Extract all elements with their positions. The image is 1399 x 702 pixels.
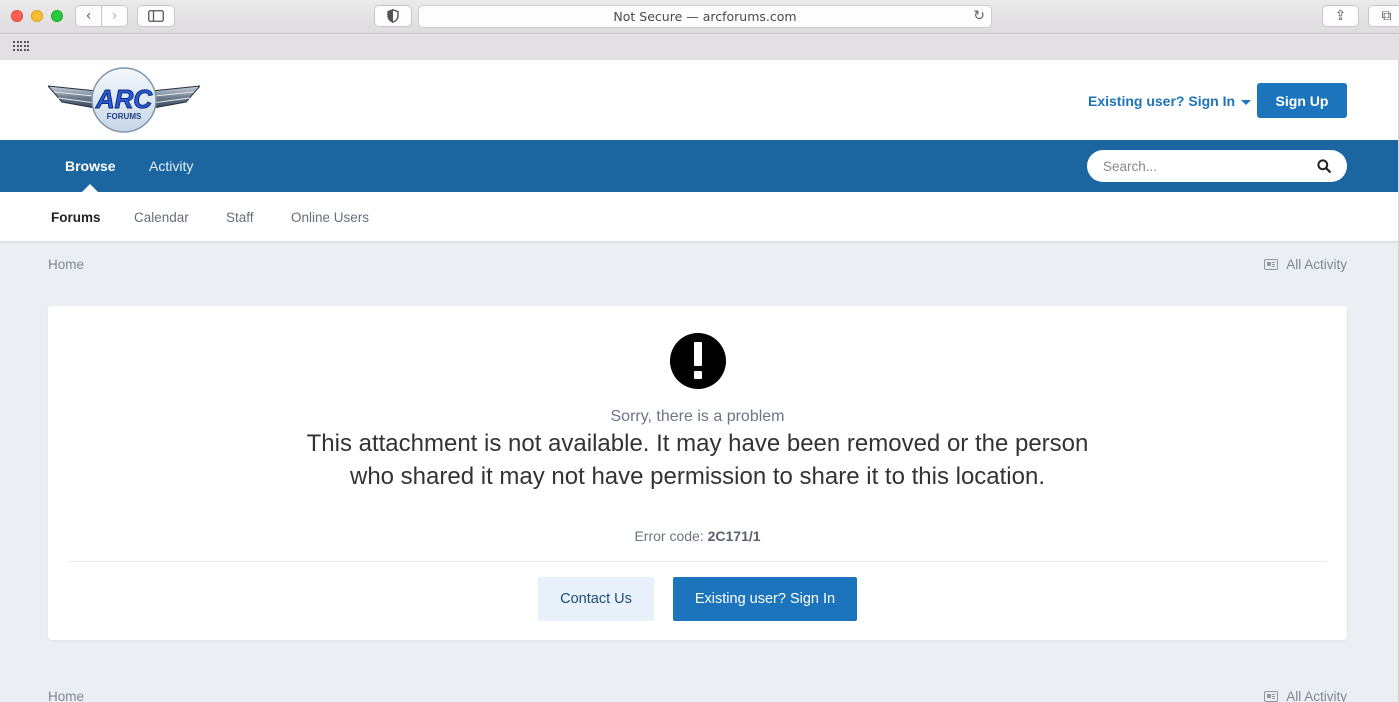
search-icon[interactable] [1317, 159, 1331, 173]
address-bar[interactable]: Not Secure — arcforums.com ↻ [418, 5, 992, 28]
arc-forums-logo[interactable]: ARC FORUMS [46, 66, 202, 134]
breadcrumb-home-link[interactable]: Home [48, 689, 84, 702]
all-activity-label: All Activity [1286, 689, 1347, 702]
back-button[interactable]: ‹ [75, 5, 102, 27]
error-subtitle: Sorry, there is a problem [610, 408, 785, 425]
signup-button[interactable]: Sign Up [1257, 83, 1347, 118]
forward-button[interactable]: › [101, 5, 128, 27]
grid-icon[interactable] [13, 41, 29, 53]
all-activity-link[interactable]: All Activity [1264, 257, 1347, 272]
signin-button[interactable]: Existing user? Sign In [673, 577, 857, 621]
secondary-nav: Forums Calendar Staff Online Users [0, 192, 1399, 242]
subnav-item-online-users[interactable]: Online Users [291, 210, 369, 225]
browser-titlebar: ‹ › Not Secure — arcforums.com ↻ ⇪ ⧉ [0, 0, 1399, 34]
site-header: ARC FORUMS Existing user? Sign In Sign U… [0, 60, 1399, 140]
logo-graphic: ARC FORUMS [46, 67, 202, 133]
share-button[interactable]: ⇪ [1322, 5, 1359, 27]
favorites-bar [0, 35, 1399, 60]
minimize-window-button[interactable] [31, 10, 43, 22]
nav-item-activity[interactable]: Activity [149, 158, 193, 174]
forward-icon: › [111, 8, 118, 24]
divider [68, 561, 1327, 562]
nav-item-browse[interactable]: Browse [65, 158, 116, 174]
breadcrumb-bottom: Home All Activity [48, 689, 1347, 702]
subnav-item-staff[interactable]: Staff [226, 210, 254, 225]
exclamation-icon [670, 333, 726, 389]
svg-text:ARC: ARC [95, 84, 154, 114]
all-activity-label: All Activity [1286, 257, 1347, 272]
error-code: Error code: 2C171/1 [48, 528, 1347, 544]
close-window-button[interactable] [11, 10, 23, 22]
error-code-value: 2C171/1 [707, 528, 761, 544]
tab-overview-button[interactable]: ⧉ [1368, 5, 1399, 27]
error-code-label: Error code: [634, 528, 704, 544]
subnav-item-calendar[interactable]: Calendar [134, 210, 189, 225]
error-message: This attachment is not available. It may… [306, 430, 1089, 490]
contact-us-button[interactable]: Contact Us [538, 577, 654, 621]
subnav-item-forums[interactable]: Forums [51, 210, 101, 225]
breadcrumb-home-link[interactable]: Home [48, 257, 84, 272]
tabs-icon: ⧉ [1381, 8, 1392, 24]
sidebar-icon [148, 10, 164, 22]
browser-chrome: ‹ › Not Secure — arcforums.com ↻ ⇪ ⧉ [0, 0, 1399, 60]
back-icon: ‹ [85, 8, 92, 24]
privacy-report-button[interactable] [374, 5, 412, 27]
header-signin-label: Existing user? Sign In [1088, 93, 1236, 109]
active-nav-indicator [82, 184, 98, 192]
reload-icon[interactable]: ↻ [973, 6, 985, 27]
activity-feed-icon [1264, 691, 1279, 702]
breadcrumb: Home All Activity [48, 257, 1347, 277]
share-icon: ⇪ [1334, 8, 1347, 24]
svg-text:FORUMS: FORUMS [107, 112, 142, 121]
primary-nav: Browse Activity [0, 140, 1399, 192]
zoom-window-button[interactable] [51, 10, 63, 22]
shield-icon [387, 9, 399, 23]
chevron-down-icon [1241, 99, 1252, 105]
search-box [1087, 150, 1347, 182]
url-text: Not Secure — arcforums.com [613, 9, 797, 24]
all-activity-link[interactable]: All Activity [1264, 689, 1347, 702]
activity-feed-icon [1264, 259, 1279, 270]
sidebar-toggle-button[interactable] [137, 5, 175, 27]
search-input[interactable] [1103, 158, 1303, 174]
error-panel: Sorry, there is a problem This attachmen… [48, 306, 1347, 640]
header-signin-link[interactable]: Existing user? Sign In [1088, 93, 1252, 109]
